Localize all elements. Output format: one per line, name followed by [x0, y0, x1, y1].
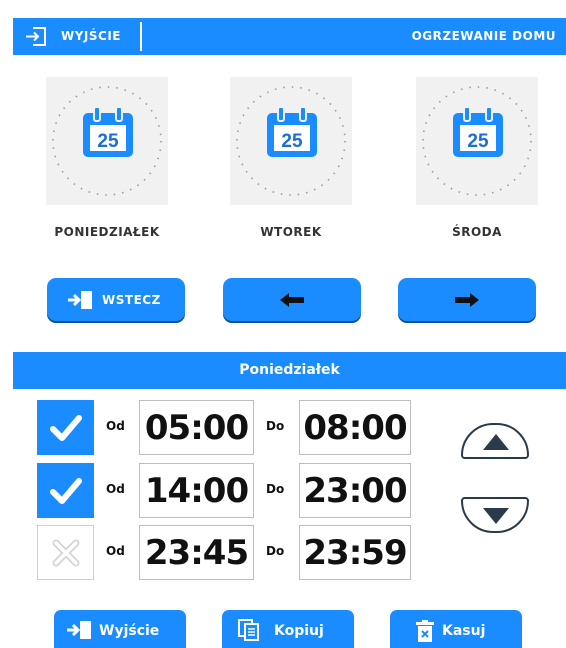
scroll-up-button[interactable]: [461, 423, 529, 459]
delete-button[interactable]: Kasuj: [390, 610, 522, 648]
exit-label: WYJŚCIE: [61, 29, 122, 43]
calendar-icon: 25: [83, 106, 133, 157]
day-label: PONIEDZIAŁEK: [54, 225, 160, 239]
door-exit-icon: [68, 291, 92, 309]
row-1-to-time[interactable]: 08:00: [299, 400, 411, 455]
row-3-to-time[interactable]: 23:59: [299, 525, 411, 580]
to-label: Do: [266, 544, 285, 558]
triangle-up-icon: [483, 434, 509, 450]
footer-exit-label: Wyjście: [99, 623, 160, 639]
to-label: Do: [266, 482, 285, 496]
back-button[interactable]: WSTECZ: [47, 278, 185, 321]
arrow-right-icon: [455, 293, 479, 307]
checkmark-icon: [50, 478, 82, 504]
from-label: Od: [106, 419, 125, 433]
footer-exit-button[interactable]: Wyjście: [54, 610, 186, 648]
calendar-date: 25: [281, 131, 303, 152]
trash-icon: [416, 620, 434, 642]
delete-label: Kasuj: [442, 623, 486, 639]
checkmark-icon: [50, 415, 82, 441]
exit-icon: [26, 27, 46, 46]
door-exit-icon: [67, 621, 91, 639]
copy-icon: [238, 619, 259, 641]
next-day-button[interactable]: [398, 278, 536, 321]
back-label: WSTECZ: [102, 293, 161, 307]
calendar-date: 25: [97, 131, 119, 152]
copy-label: Kopiuj: [274, 623, 324, 639]
calendar-icon: 25: [267, 106, 317, 157]
row-3-from-time[interactable]: 23:45: [139, 525, 254, 580]
from-label: Od: [106, 544, 125, 558]
exit-button[interactable]: WYJŚCIE: [13, 18, 143, 55]
calendar-date: 25: [467, 131, 489, 152]
scroll-down-button[interactable]: [461, 497, 529, 533]
row-1-enable-checkbox[interactable]: [37, 400, 94, 455]
schedule-header: Poniedziałek: [13, 352, 566, 389]
row-2-from-time[interactable]: 14:00: [139, 463, 254, 518]
calendar-icon: 25: [453, 106, 503, 157]
triangle-down-icon: [483, 508, 509, 524]
copy-button[interactable]: Kopiuj: [222, 610, 354, 648]
previous-day-button[interactable]: [223, 278, 361, 321]
cross-icon: [52, 539, 80, 567]
row-2-to-time[interactable]: 23:00: [299, 463, 411, 518]
arrow-left-icon: [280, 293, 304, 307]
row-2-enable-checkbox[interactable]: [37, 463, 94, 518]
day-label: ŚRODA: [452, 225, 502, 239]
top-bar: WYJŚCIE OGRZEWANIE DOMU: [13, 18, 566, 55]
day-label: WTOREK: [260, 225, 322, 239]
row-1-from-time[interactable]: 05:00: [139, 400, 254, 455]
to-label: Do: [266, 419, 285, 433]
from-label: Od: [106, 482, 125, 496]
page-title: OGRZEWANIE DOMU: [411, 29, 556, 43]
row-3-enable-checkbox[interactable]: [37, 525, 94, 580]
header-divider: [140, 22, 142, 51]
